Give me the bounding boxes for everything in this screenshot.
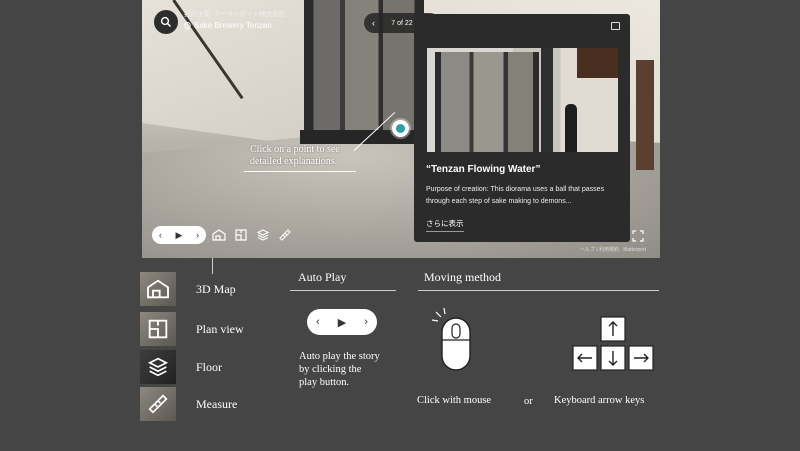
hint-line-2: detailed explanations. bbox=[250, 156, 338, 167]
autoplay-desc-3: play button. bbox=[299, 377, 350, 388]
viewer-footer: ヘルプ | 利用規約 Matterport bbox=[579, 247, 646, 253]
photo-person bbox=[565, 104, 577, 152]
legend-label: 3D Map bbox=[196, 282, 236, 296]
tour-title-block: 提供企業: マーターポート株式会社 Sake Brewery Tenzan bbox=[184, 9, 285, 31]
arrow-keys-icon bbox=[572, 316, 654, 371]
play-button[interactable]: ▶ bbox=[176, 230, 183, 241]
autoplay-desc-1: Auto play the story bbox=[299, 351, 380, 362]
legend-label: Measure bbox=[196, 397, 238, 411]
search-icon bbox=[160, 16, 172, 28]
ruler-icon bbox=[279, 229, 291, 241]
photo-cabinet bbox=[435, 52, 539, 152]
moving-method-rule bbox=[418, 290, 659, 291]
floorplan-icon bbox=[235, 229, 247, 241]
fullscreen-icon[interactable] bbox=[632, 230, 644, 242]
photo-beam bbox=[577, 48, 618, 78]
mouse-method-label: Click with mouse bbox=[417, 395, 492, 406]
autoplay-description: Auto play the story by clicking the play… bbox=[299, 350, 380, 389]
floor-layers-icon bbox=[148, 357, 168, 377]
hotspot-hint: Click on a point to see detailed explana… bbox=[250, 144, 340, 168]
ruler-icon bbox=[148, 394, 168, 414]
show-more-link[interactable]: さらに表示 bbox=[426, 218, 464, 232]
panel-title: “Tenzan Flowing Water” bbox=[426, 164, 541, 175]
next-button[interactable]: › bbox=[364, 316, 368, 328]
dollhouse-icon bbox=[212, 229, 226, 241]
legend-label: Floor bbox=[196, 360, 223, 374]
keyboard-method-label: Keyboard arrow keys bbox=[554, 395, 645, 406]
legend-item-floor: Floor bbox=[140, 350, 270, 384]
legend-item-3d-map: 3D Map bbox=[140, 272, 270, 306]
dollhouse-button[interactable] bbox=[212, 228, 226, 242]
location-label: Sake Brewery Tenzan bbox=[194, 21, 272, 30]
tool-icon-bar bbox=[212, 228, 292, 242]
legend-thumb-floor bbox=[140, 350, 176, 384]
panel-photo bbox=[427, 48, 618, 152]
location-row: Sake Brewery Tenzan bbox=[184, 20, 285, 31]
info-panel: “Tenzan Flowing Water” Purpose of creati… bbox=[414, 14, 630, 242]
play-button[interactable]: ▶ bbox=[338, 316, 346, 329]
photo-pillar bbox=[541, 48, 553, 152]
wooden-pillar bbox=[636, 60, 654, 170]
legend-item-measure: Measure bbox=[140, 387, 270, 421]
playback-controls: ‹ ▶ › bbox=[152, 226, 206, 244]
matterport-logo: Matterport bbox=[623, 247, 646, 253]
info-hotspot[interactable] bbox=[392, 120, 409, 137]
prev-button[interactable]: ‹ bbox=[316, 316, 320, 328]
measure-button[interactable] bbox=[278, 228, 292, 242]
autoplay-controls-illustration: ‹ ▶ › bbox=[307, 309, 377, 335]
dollhouse-icon bbox=[147, 279, 169, 299]
legend-label: Plan view bbox=[196, 322, 244, 336]
floorplan-button[interactable] bbox=[234, 228, 248, 242]
floor-button[interactable] bbox=[256, 228, 270, 242]
autoplay-desc-2: by clicking the bbox=[299, 364, 362, 375]
cabinet-base bbox=[300, 130, 428, 144]
floorplan-icon bbox=[148, 319, 168, 339]
provider-label: 提供企業: マーターポート株式会社 bbox=[184, 11, 286, 18]
autoplay-rule bbox=[290, 290, 396, 291]
collapse-panel-icon[interactable] bbox=[611, 22, 620, 30]
prev-button[interactable]: ‹ bbox=[159, 230, 162, 240]
panel-description: Purpose of creation: This diorama uses a… bbox=[426, 186, 605, 205]
hint-underline bbox=[244, 171, 356, 172]
floor-layers-icon bbox=[257, 229, 269, 241]
legend-thumb-measure bbox=[140, 387, 176, 421]
next-button[interactable]: › bbox=[196, 230, 199, 240]
legend-thumb-plan-view bbox=[140, 312, 176, 346]
terms-link[interactable]: 利用規約 bbox=[599, 247, 619, 253]
help-link[interactable]: ヘルプ bbox=[580, 247, 595, 253]
location-pin-icon bbox=[184, 21, 191, 30]
autoplay-heading: Auto Play bbox=[298, 270, 347, 284]
pager-count: 7 of 22 bbox=[391, 19, 413, 27]
hint-line-1: Click on a point to see bbox=[250, 144, 340, 155]
moving-method-heading: Moving method bbox=[424, 270, 501, 284]
search-button[interactable] bbox=[154, 10, 178, 34]
legend-item-plan-view: Plan view bbox=[140, 312, 270, 346]
or-label: or bbox=[524, 396, 533, 407]
mouse-icon bbox=[431, 307, 471, 371]
legend-thumb-3d-map bbox=[140, 272, 176, 306]
pager-prev-button[interactable]: ‹ bbox=[372, 18, 375, 28]
